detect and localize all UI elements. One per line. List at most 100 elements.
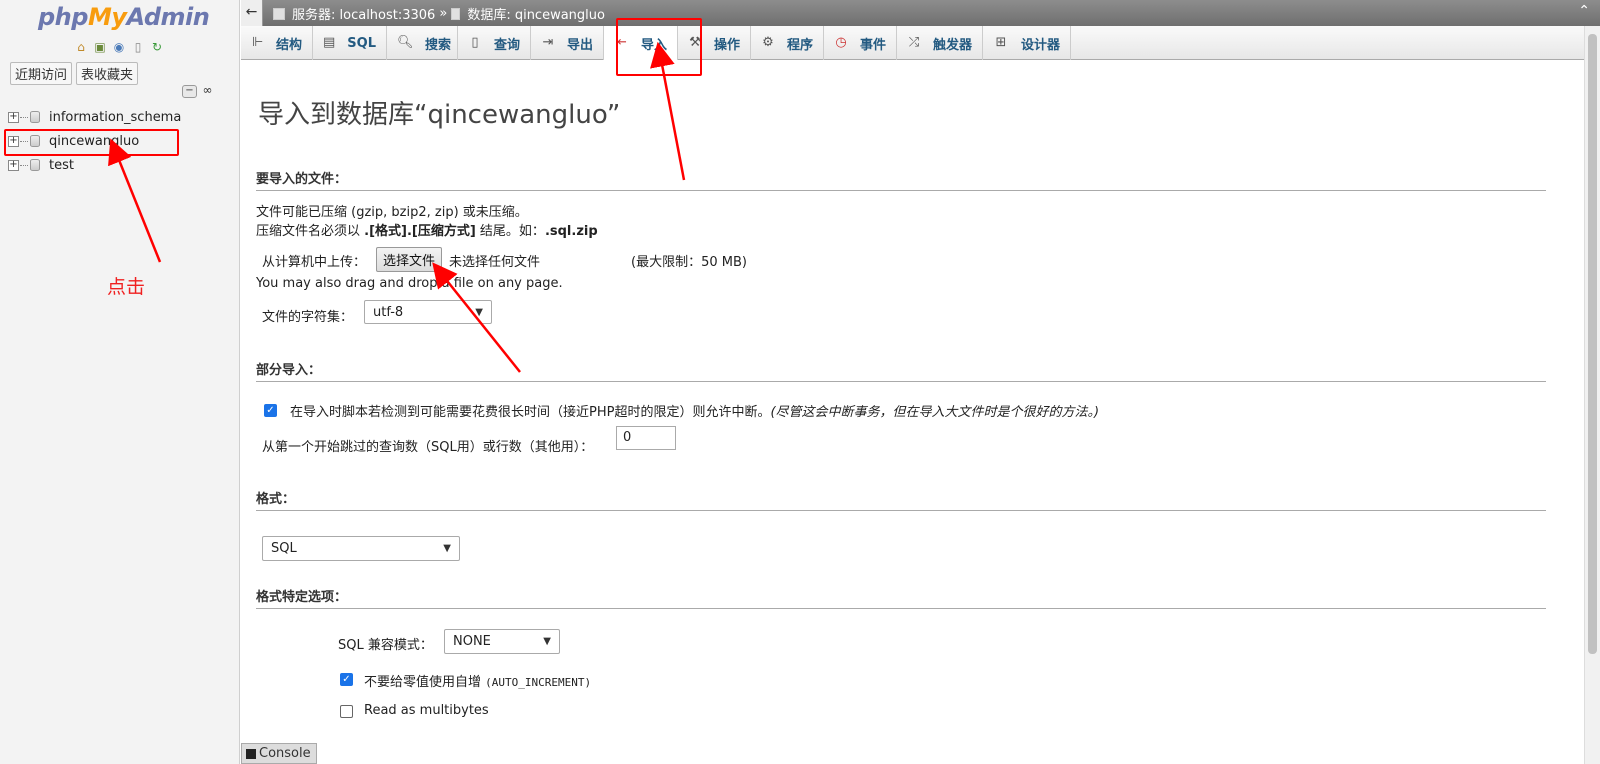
console-button[interactable]: Console [241, 743, 317, 764]
compat-mode-select[interactable]: NONE ▼ [444, 629, 560, 654]
section-heading: 部分导入： [256, 359, 1546, 382]
expand-icon[interactable]: + [8, 111, 19, 123]
nav-tab-buttons: 近期访问 表收藏夹 [10, 62, 139, 85]
section-heading: 格式： [256, 488, 1546, 511]
reload-icon[interactable]: ↻ [149, 39, 165, 55]
tab-events[interactable]: ◷ 事件 [824, 26, 897, 60]
choose-file-button[interactable]: 选择文件 [376, 247, 443, 272]
database-icon [30, 159, 40, 171]
breadcrumb-server[interactable]: 服务器: localhost:3306 [292, 4, 435, 23]
tab-label: 导出 [566, 37, 593, 53]
allow-interrupt-label: 在导入时脚本若检测到可能需要花费很长时间（接近PHP超时的限定）则允许中断。(尽… [290, 401, 1099, 420]
query-icon: ▯ [471, 35, 479, 50]
docs-icon[interactable]: ▯ [130, 39, 146, 55]
charset-select[interactable]: utf-8 ▼ [364, 300, 492, 324]
home-icon[interactable]: ⌂ [73, 39, 89, 55]
section-heading: 格式特定选项： [256, 586, 1546, 609]
tree-controls: − ∞ [182, 84, 215, 98]
multibytes-checkbox[interactable] [340, 705, 353, 718]
filename-note-prefix: 压缩文件名必须以 [256, 224, 365, 239]
interrupt-text: 在导入时脚本若检测到可能需要花费很长时间（接近PHP超时的限定）则允许中断。 [290, 405, 771, 420]
logo-my: My [87, 3, 127, 31]
section-heading: 要导入的文件： [256, 168, 1546, 191]
expand-icon[interactable]: + [8, 159, 19, 171]
annotation-box-database [4, 129, 179, 156]
tab-label: SQL [347, 35, 376, 51]
export-icon: ⇥ [542, 35, 554, 50]
tab-routines[interactable]: ⚙ 程序 [751, 26, 824, 60]
breadcrumb: 服务器: localhost:3306 » 数据库: qincewangluo [273, 4, 605, 23]
multibytes-label: Read as multibytes [364, 703, 489, 718]
compat-value: NONE [453, 634, 491, 649]
collapse-all-icon[interactable]: − [182, 85, 197, 98]
console-icon [246, 748, 256, 759]
tab-export[interactable]: ⇥ 导出 [531, 26, 604, 60]
tab-designer[interactable]: ⊞ 设计器 [983, 26, 1071, 60]
routines-icon: ⚙ [762, 35, 774, 50]
tab-label: 结构 [275, 37, 302, 53]
logo-admin: Admin [126, 3, 210, 31]
filename-note-middle: 结尾。如： [475, 224, 545, 239]
recent-button[interactable]: 近期访问 [10, 62, 73, 85]
interrupt-note: (尽管这会中断事务，但在导入大文件时是个很好的方法。) [770, 405, 1100, 420]
annotation-arrows [108, 41, 686, 373]
vertical-scrollbar[interactable] [1584, 26, 1600, 764]
chevron-down-icon: ▼ [475, 306, 483, 318]
page-title: 导入到数据库“qincewangluo” [258, 100, 621, 130]
tab-sql[interactable]: ▤ SQL [313, 26, 387, 60]
format-select[interactable]: SQL ▼ [262, 536, 460, 561]
charset-label: 文件的字符集： [262, 310, 354, 325]
scrollbar-thumb[interactable] [1588, 34, 1597, 654]
database-icon [451, 7, 461, 20]
max-limit-text: (最大限制：50 MB) [631, 255, 747, 270]
no-file-text: 未选择任何文件 [449, 255, 541, 270]
file-section: 要导入的文件： [256, 168, 1546, 191]
database-name[interactable]: information_schema [49, 110, 181, 125]
console-label: Console [259, 746, 311, 761]
allow-interrupt-checkbox[interactable]: ✓ [264, 404, 277, 417]
format-options-section: 格式特定选项： [256, 586, 1546, 609]
tree-item-test[interactable]: + test [8, 153, 181, 177]
skip-queries-input[interactable]: 0 [616, 426, 676, 450]
compress-note: 文件可能已压缩 (gzip, bzip2, zip) 或未压缩。 [256, 205, 528, 220]
tab-structure[interactable]: ⊩ 结构 [241, 26, 313, 60]
collapse-icon[interactable]: ⌃ [1578, 3, 1590, 19]
upload-label: 从计算机中上传： [262, 255, 367, 270]
tab-label: 设计器 [1020, 37, 1060, 53]
favorites-button[interactable]: 表收藏夹 [76, 62, 139, 85]
format-value: SQL [271, 541, 297, 556]
breadcrumb-database[interactable]: 数据库: qincewangluo [467, 4, 605, 23]
auto-increment-checkbox[interactable]: ✓ [340, 673, 353, 686]
drag-drop-note: You may also drag and drop a file on any… [256, 276, 563, 291]
tree-item-information-schema[interactable]: + information_schema [8, 105, 181, 129]
tab-query[interactable]: ▯ 查询 [458, 26, 531, 60]
phpmyadmin-logo[interactable]: phpMyAdmin [38, 3, 210, 31]
clock-icon: ◷ [835, 35, 847, 50]
chevron-down-icon: ▼ [543, 636, 551, 647]
nav-icon-bar: ⌂ ▣ ◉ ▯ ↻ [73, 39, 165, 55]
link-icon[interactable]: ∞ [200, 84, 215, 98]
partial-import-section: 部分导入： [256, 359, 1546, 382]
skip-label: 从第一个开始跳过的查询数（SQL用）或行数（其他用）： [262, 440, 594, 455]
tab-label: 操作 [713, 37, 740, 53]
sql-icon: ▤ [323, 35, 336, 50]
auto-increment-text: 不要给零值使用自增 [364, 675, 482, 690]
help-icon[interactable]: ◉ [111, 39, 127, 55]
charset-value: utf-8 [373, 304, 404, 320]
breadcrumb-separator: » [439, 6, 448, 21]
breadcrumb-bar: ← 服务器: localhost:3306 » 数据库: qincewanglu… [241, 0, 1600, 26]
logo-php: php [38, 3, 88, 31]
compat-label: SQL 兼容模式： [338, 638, 433, 653]
triggers-icon: ⤮ [908, 35, 920, 50]
designer-icon: ⊞ [995, 35, 1007, 50]
back-arrow-icon[interactable]: ← [241, 0, 263, 26]
tab-search[interactable]: 🔍︎ 搜索 [387, 26, 458, 60]
database-name[interactable]: test [49, 158, 74, 173]
database-icon [30, 111, 40, 123]
exit-icon[interactable]: ▣ [92, 39, 108, 55]
navigation-panel: phpMyAdmin ⌂ ▣ ◉ ▯ ↻ 近期访问 表收藏夹 − ∞ + inf… [0, 0, 240, 764]
auto-increment-label: 不要给零值使用自增 (AUTO_INCREMENT) [364, 671, 591, 690]
format-section: 格式： [256, 488, 1546, 511]
tab-label: 程序 [786, 37, 813, 53]
tab-triggers[interactable]: ⤮ 触发器 [897, 26, 983, 60]
